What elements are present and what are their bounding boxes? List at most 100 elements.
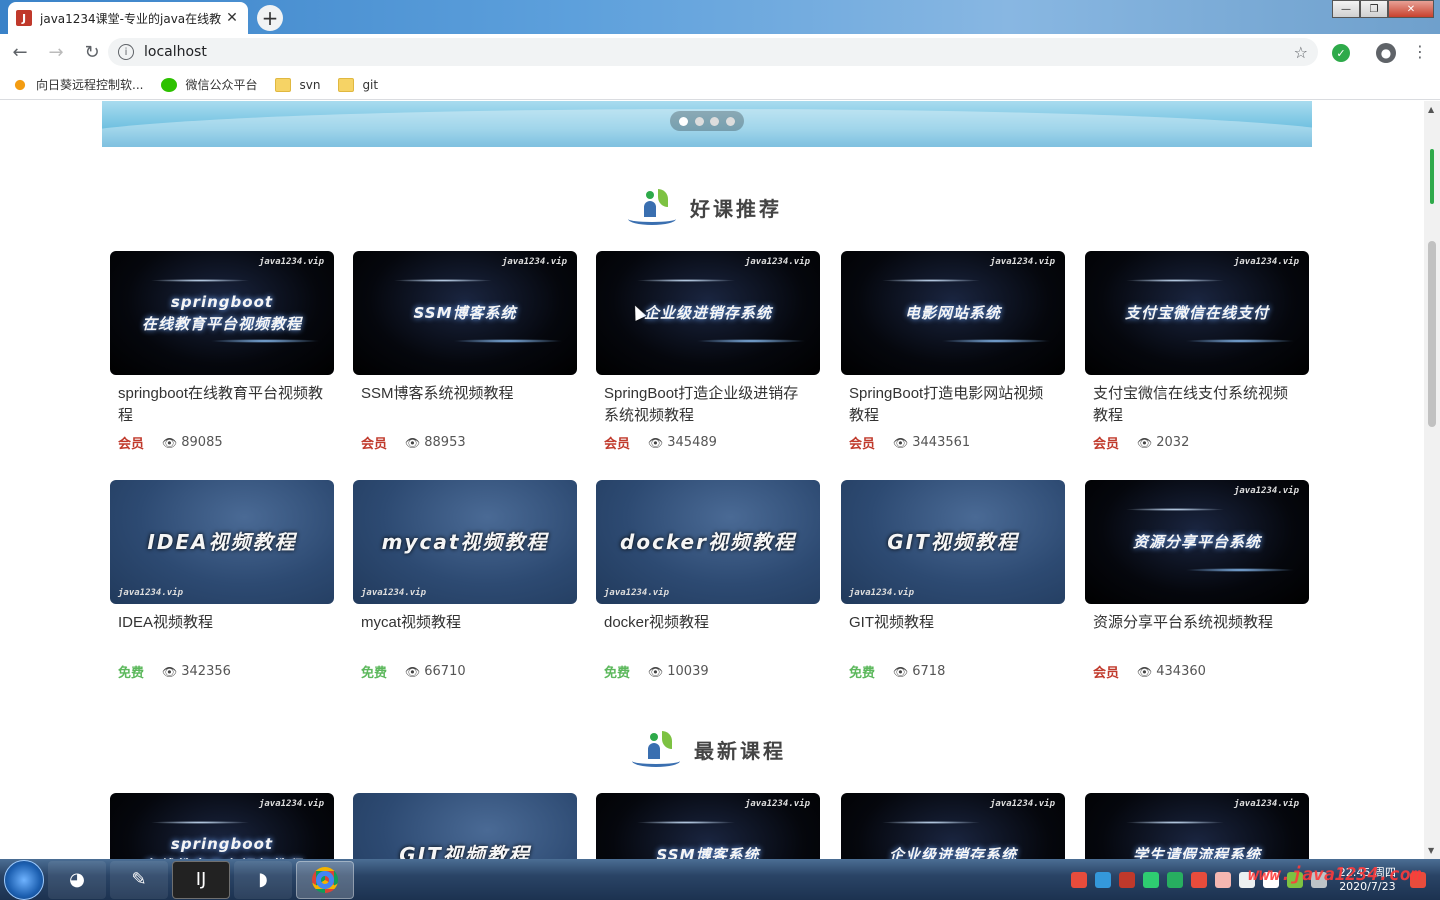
scroll-down-icon[interactable]: ▼ [1428,846,1434,855]
course-meta: 会员 👁 434360 [1085,662,1309,681]
tray-pdf-icon[interactable] [1118,871,1135,888]
course-meta: 免费 👁 66710 [353,662,577,681]
maximize-button[interactable]: ❐ [1360,0,1388,18]
scroll-up-icon[interactable]: ▲ [1428,105,1434,114]
reload-icon[interactable]: ↻ [76,36,108,68]
course-card[interactable]: java1234.vip SSM博客系统 SSM博客系统视频教程会员 👁 88953 [353,251,577,452]
bookmark-star-icon[interactable]: ☆ [1294,43,1308,62]
course-thumbnail[interactable]: java1234.vip 企业级进销存系统 [596,251,820,375]
tray-flower-icon[interactable] [1214,871,1231,888]
taskbar-app-dolphin-icon[interactable]: ◗ [234,860,292,899]
address-bar[interactable]: i localhost ☆ [108,38,1318,66]
bookmark-wechat[interactable]: 微信公众平台 [161,76,257,93]
course-name[interactable]: IDEA视频教程 [110,612,334,656]
latest-section-title: 最新课程 [630,729,786,769]
menu-kebab-icon[interactable]: ⋮ [1412,42,1428,61]
carousel-banner[interactable] [102,101,1312,147]
course-card[interactable]: java1234.vip docker视频教程 docker视频教程 免费 👁 10039 [596,480,820,681]
thumbnail-brand: java1234.vip [258,799,324,809]
course-card[interactable]: java1234.vip springboot在线教育平台视频教程 [110,793,334,859]
course-thumbnail[interactable]: java1234.vipGIT视频教程 [353,793,577,859]
minimize-button[interactable]: — [1332,0,1360,18]
carousel-dots [670,111,744,131]
course-card[interactable]: java1234.vip IDEA视频教程 IDEA视频教程 免费 👁 342356 [110,480,334,681]
course-thumbnail[interactable]: java1234.vip 资源分享平台系统 [1085,480,1309,604]
course-thumbnail[interactable]: java1234.vipGIT视频教程 [841,480,1065,604]
course-name[interactable]: GIT视频教程 [841,612,1065,656]
thumbnail-brand: java1234.vip [989,799,1055,809]
course-card[interactable]: java1234.vip 学生请假流程系统 [1085,793,1309,859]
eye-icon: 👁 [162,435,178,450]
course-name[interactable]: docker视频教程 [596,612,820,656]
scrollbar-thumb[interactable] [1428,241,1436,427]
course-thumbnail[interactable]: java1234.vip springboot在线教育平台视频教程 [110,251,334,375]
course-name[interactable]: SSM博客系统视频教程 [353,383,577,427]
bookmark-sunflower[interactable]: 向日葵远程控制软... [12,76,143,93]
tray-sogou-icon[interactable] [1070,871,1087,888]
course-meta: 会员 👁 88953 [353,433,577,452]
course-name[interactable]: springboot在线教育平台视频教程 [110,383,334,427]
course-thumbnail[interactable]: java1234.vip 学生请假流程系统 [1085,793,1309,859]
new-tab-button[interactable]: + [257,5,283,31]
course-card[interactable]: java1234.vip SSM博客系统 [596,793,820,859]
site-favicon-icon: J [16,10,32,26]
carousel-dot[interactable] [679,116,689,126]
view-count: 2032 [1156,435,1190,450]
tray-cube-icon[interactable] [1094,871,1111,888]
course-thumbnail[interactable]: java1234.vip SSM博客系统 [353,251,577,375]
tab-close-icon[interactable]: ✕ [224,10,240,26]
course-name[interactable]: mycat视频教程 [353,612,577,656]
course-thumbnail[interactable]: java1234.vip docker视频教程 [596,480,820,604]
taskbar-app-chrome-icon[interactable] [296,860,354,899]
tray-nvidia-icon[interactable] [1166,871,1183,888]
view-count: 88953 [424,435,466,450]
course-name[interactable]: SpringBoot打造电影网站视频教程 [841,383,1065,427]
eye-icon: 👁 [162,664,178,679]
course-thumbnail[interactable]: java1234.vip 支付宝微信在线支付 [1085,251,1309,375]
address-text[interactable]: localhost [144,44,207,60]
thumbnail-title: 资源分享平台系统 [1132,533,1261,551]
course-thumbnail[interactable]: java1234.vip springboot在线教育平台视频教程 [110,793,334,859]
course-thumbnail[interactable]: java1234.vip SSM博客系统 [596,793,820,859]
taskbar-app-photos-icon[interactable]: ◕ [48,860,106,899]
bookmark-label: svn [299,77,321,92]
course-name[interactable]: 支付宝微信在线支付系统视频教程 [1085,383,1309,427]
course-name[interactable]: SpringBoot打造企业级进销存系统视频教程 [596,383,820,427]
course-card[interactable]: java1234.vip 资源分享平台系统资源分享平台系统视频教程会员 👁 43436… [1085,480,1309,681]
course-thumbnail[interactable]: java1234.vip IDEA视频教程 [110,480,334,604]
course-thumbnail[interactable]: java1234.vip 企业级进销存系统 [841,793,1065,859]
thumbnail-title: SSM博客系统 [413,304,517,322]
course-card[interactable]: java1234.vip GIT视频教程 GIT视频教程 免费 👁 6718 [841,480,1065,681]
carousel-dot[interactable] [694,116,704,126]
folder-icon [275,77,292,92]
taskbar-app-intellij-icon[interactable]: IJ [172,860,230,899]
course-thumbnail[interactable]: java1234.vip 电影网站系统 [841,251,1065,375]
start-button[interactable] [4,859,44,900]
carousel-dot[interactable] [725,116,735,126]
tray-shield-icon[interactable] [1142,871,1159,888]
course-thumbnail[interactable]: java1234.vip mycat视频教程 [353,480,577,604]
taskbar-app-notepad-icon[interactable]: ✎ [110,860,168,899]
bookmark-svn[interactable]: svn [275,77,321,92]
extension-icon[interactable]: ✓ [1332,44,1350,62]
back-arrow-icon[interactable]: ← [4,36,36,68]
course-card[interactable]: java1234.vip 企业级进销存系统 [841,793,1065,859]
course-name[interactable]: 资源分享平台系统视频教程 [1085,612,1309,656]
course-card[interactable]: java1234.vip mycat视频教程 mycat视频教程免费 👁 66710 [353,480,577,681]
thumbnail-brand: java1234.vip [361,588,427,598]
course-card[interactable]: java1234.vipGIT视频教程 [353,793,577,859]
browser-tab[interactable]: J java1234课堂-专业的java在线教 ✕ [8,2,248,34]
course-card[interactable]: java1234.vip 企业级进销存系统 SpringBoot打造企业级进销存系统… [596,251,820,452]
bookmark-git[interactable]: git [338,77,378,92]
profile-avatar-icon[interactable]: ● [1376,43,1396,63]
tray-s-icon[interactable] [1190,871,1207,888]
course-card[interactable]: java1234.vip springboot 在线教育平台视频教程 springbo… [110,251,334,452]
site-info-icon[interactable]: i [118,44,134,60]
page-scrollbar[interactable]: ▲ ▼ [1424,101,1440,859]
course-card[interactable]: java1234.vip 电影网站系统 SpringBoot打造电影网站视频教程 会员… [841,251,1065,452]
forward-arrow-icon[interactable]: → [40,36,72,68]
window-close-button[interactable]: ✕ [1388,0,1434,18]
view-count: 89085 [181,435,223,450]
course-card[interactable]: java1234.vip 支付宝微信在线支付 支付宝微信在线支付系统视频教程 会员 👁 2… [1085,251,1309,452]
carousel-dot[interactable] [710,116,720,126]
